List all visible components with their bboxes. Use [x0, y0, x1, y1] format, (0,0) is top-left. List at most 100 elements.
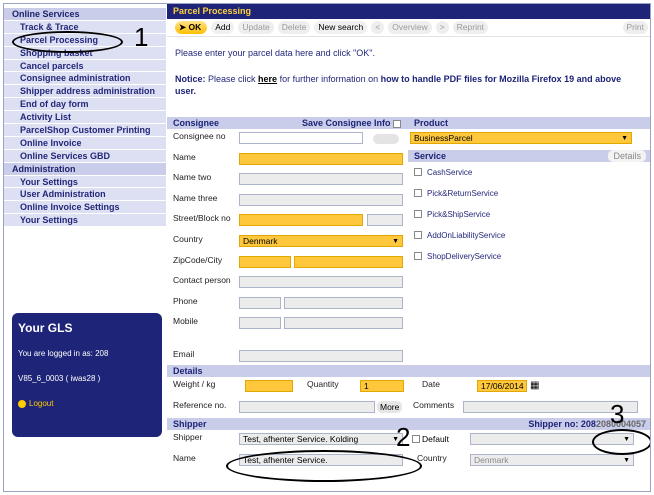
date-label: Date [422, 379, 440, 389]
ok-label: OK [188, 22, 202, 32]
product-select[interactable]: BusinessParcel ▼ [410, 132, 632, 144]
sidebar-item-online-services-gbd[interactable]: Online Services GBD [4, 149, 166, 163]
service-header-label: Service [414, 150, 447, 161]
notice-text: Notice: Please click here for further in… [167, 73, 650, 117]
sidebar: Online Services Track & Trace Parcel Pro… [4, 4, 166, 491]
save-consignee-label: Save Consignee Info [302, 118, 391, 128]
service-label: AddOnLiabilityService [427, 230, 506, 240]
quantity-input[interactable]: 1 [360, 380, 404, 392]
main-content: Parcel Processing ➤ OK Add Update Delete… [167, 4, 650, 491]
phone-input[interactable] [284, 296, 403, 309]
default-checkbox[interactable] [412, 435, 420, 444]
sidebar-item-activity-list[interactable]: Activity List [4, 111, 166, 125]
service-checkbox[interactable] [414, 168, 422, 177]
mobile-prefix-input[interactable] [239, 317, 281, 330]
sidebar-item-administration[interactable]: Administration [4, 162, 166, 176]
more-button[interactable]: More [377, 400, 403, 413]
back-button[interactable]: < [371, 21, 385, 34]
notice-text-2: for further information on [277, 74, 381, 84]
sidebar-item-invoice-settings[interactable]: Online Invoice Settings [4, 201, 166, 215]
service-pick-ship[interactable]: Pick&ShipService [408, 204, 650, 225]
default-toggle[interactable]: Default [412, 434, 449, 444]
sidebar-item-user-admin[interactable]: User Administration [4, 188, 166, 202]
logout-link[interactable]: Logout [18, 399, 156, 408]
country-label: Country [173, 233, 203, 244]
browser-frame: Online Services Track & Trace Parcel Pro… [3, 3, 651, 492]
sidebar-item-cancel-parcels[interactable]: Cancel parcels [4, 59, 166, 73]
contact-person-input[interactable] [239, 276, 403, 289]
name-two-input[interactable] [239, 173, 403, 186]
date-input[interactable]: 17/06/2014 [477, 380, 527, 392]
your-gls-panel: Your GLS You are logged in as: 208 V85_6… [12, 313, 162, 437]
reprint-button[interactable]: Reprint [452, 21, 489, 34]
annotation-number-3: 3 [610, 399, 625, 429]
service-pick-return[interactable]: Pick&ReturnService [408, 183, 650, 204]
country-select[interactable]: Denmark ▼ [239, 234, 403, 247]
service-checkbox[interactable] [414, 231, 422, 240]
sidebar-item-online-invoice[interactable]: Online Invoice [4, 136, 166, 150]
new-search-button[interactable]: New search [314, 21, 368, 34]
calendar-icon[interactable]: ▦ [530, 380, 539, 391]
name-two-label: Name two [173, 172, 212, 183]
service-checkbox[interactable] [414, 210, 422, 219]
delete-button[interactable]: Delete [277, 21, 311, 34]
sidebar-item-your-settings-2[interactable]: Your Settings [4, 214, 166, 228]
block-no-input[interactable] [367, 214, 403, 227]
name-input[interactable] [239, 152, 403, 165]
service-label: ShopDeliveryService [427, 251, 502, 261]
reference-input[interactable] [239, 400, 375, 413]
shipper-country-value: Denmark [474, 454, 509, 465]
details-row-2: Reference no. More Comments [167, 398, 650, 419]
phone-prefix-input[interactable] [239, 296, 281, 309]
details-button[interactable]: Details [608, 149, 646, 162]
print-button[interactable]: Print [622, 21, 648, 34]
service-header: Service Details [408, 149, 650, 162]
service-label: Pick&ShipService [427, 209, 491, 219]
sidebar-item-online-services[interactable]: Online Services [4, 8, 166, 21]
service-addon-liability[interactable]: AddOnLiabilityService [408, 225, 650, 246]
update-button[interactable]: Update [238, 21, 274, 34]
street-input[interactable] [239, 214, 363, 227]
annotation-ellipse-2 [226, 450, 422, 482]
sidebar-item-shipper-address-admin[interactable]: Shipper address administration [4, 85, 166, 99]
save-consignee-checkbox[interactable] [393, 119, 402, 128]
page-title: Parcel Processing [167, 4, 650, 19]
email-row: Email [167, 347, 650, 365]
quantity-value: 1 [364, 381, 369, 391]
add-button[interactable]: Add [211, 21, 235, 34]
sidebar-item-your-settings[interactable]: Your Settings [4, 175, 166, 189]
forward-button[interactable]: > [435, 21, 449, 34]
consignee-no-input[interactable] [239, 132, 363, 144]
mobile-input[interactable] [284, 317, 403, 330]
shipper-no-label: Shipper no: 208 [528, 419, 596, 430]
consignee-header: Consignee [173, 118, 220, 128]
annotation-number-1: 1 [134, 22, 149, 52]
logged-in-text: You are logged in as: 208 [18, 349, 109, 358]
shipper-label: Shipper [173, 432, 203, 443]
service-cash[interactable]: CashService [408, 162, 650, 183]
service-checkbox[interactable] [414, 252, 422, 261]
chevron-down-icon: ▼ [621, 135, 628, 142]
city-input[interactable] [294, 255, 403, 268]
notice-here-link[interactable]: here [258, 74, 277, 84]
shipper-value: Test, afhenter Service. Kolding [243, 434, 359, 445]
email-input[interactable] [239, 350, 403, 362]
ok-arrow-icon: ➤ [179, 22, 187, 32]
contact-person-label: Contact person [173, 275, 231, 286]
sidebar-item-end-of-day[interactable]: End of day form [4, 98, 166, 112]
ok-button[interactable]: ➤ OK [175, 21, 208, 34]
shipper-select[interactable]: Test, afhenter Service. Kolding ▼ [239, 433, 403, 446]
consignee-search-icon[interactable] [373, 134, 399, 144]
service-shop-delivery[interactable]: ShopDeliveryService [408, 246, 650, 267]
overview-button[interactable]: Overview [388, 21, 432, 34]
details-row-1: Weight / kg Quantity 1 Date 17/06/2014 ▦ [167, 377, 650, 398]
weight-input[interactable] [245, 380, 293, 392]
service-checkbox[interactable] [414, 189, 422, 198]
sidebar-item-consignee-admin[interactable]: Consignee administration [4, 72, 166, 86]
zip-input[interactable] [239, 255, 291, 268]
shipper-country-select[interactable]: Denmark ▼ [470, 453, 634, 466]
sidebar-item-parcelshop-printing[interactable]: ParcelShop Customer Printing [4, 124, 166, 137]
shipper-name-label: Name [173, 452, 196, 463]
version-text: V85_6_0003 ( iwas28 ) [18, 374, 101, 383]
name-three-input[interactable] [239, 193, 403, 206]
